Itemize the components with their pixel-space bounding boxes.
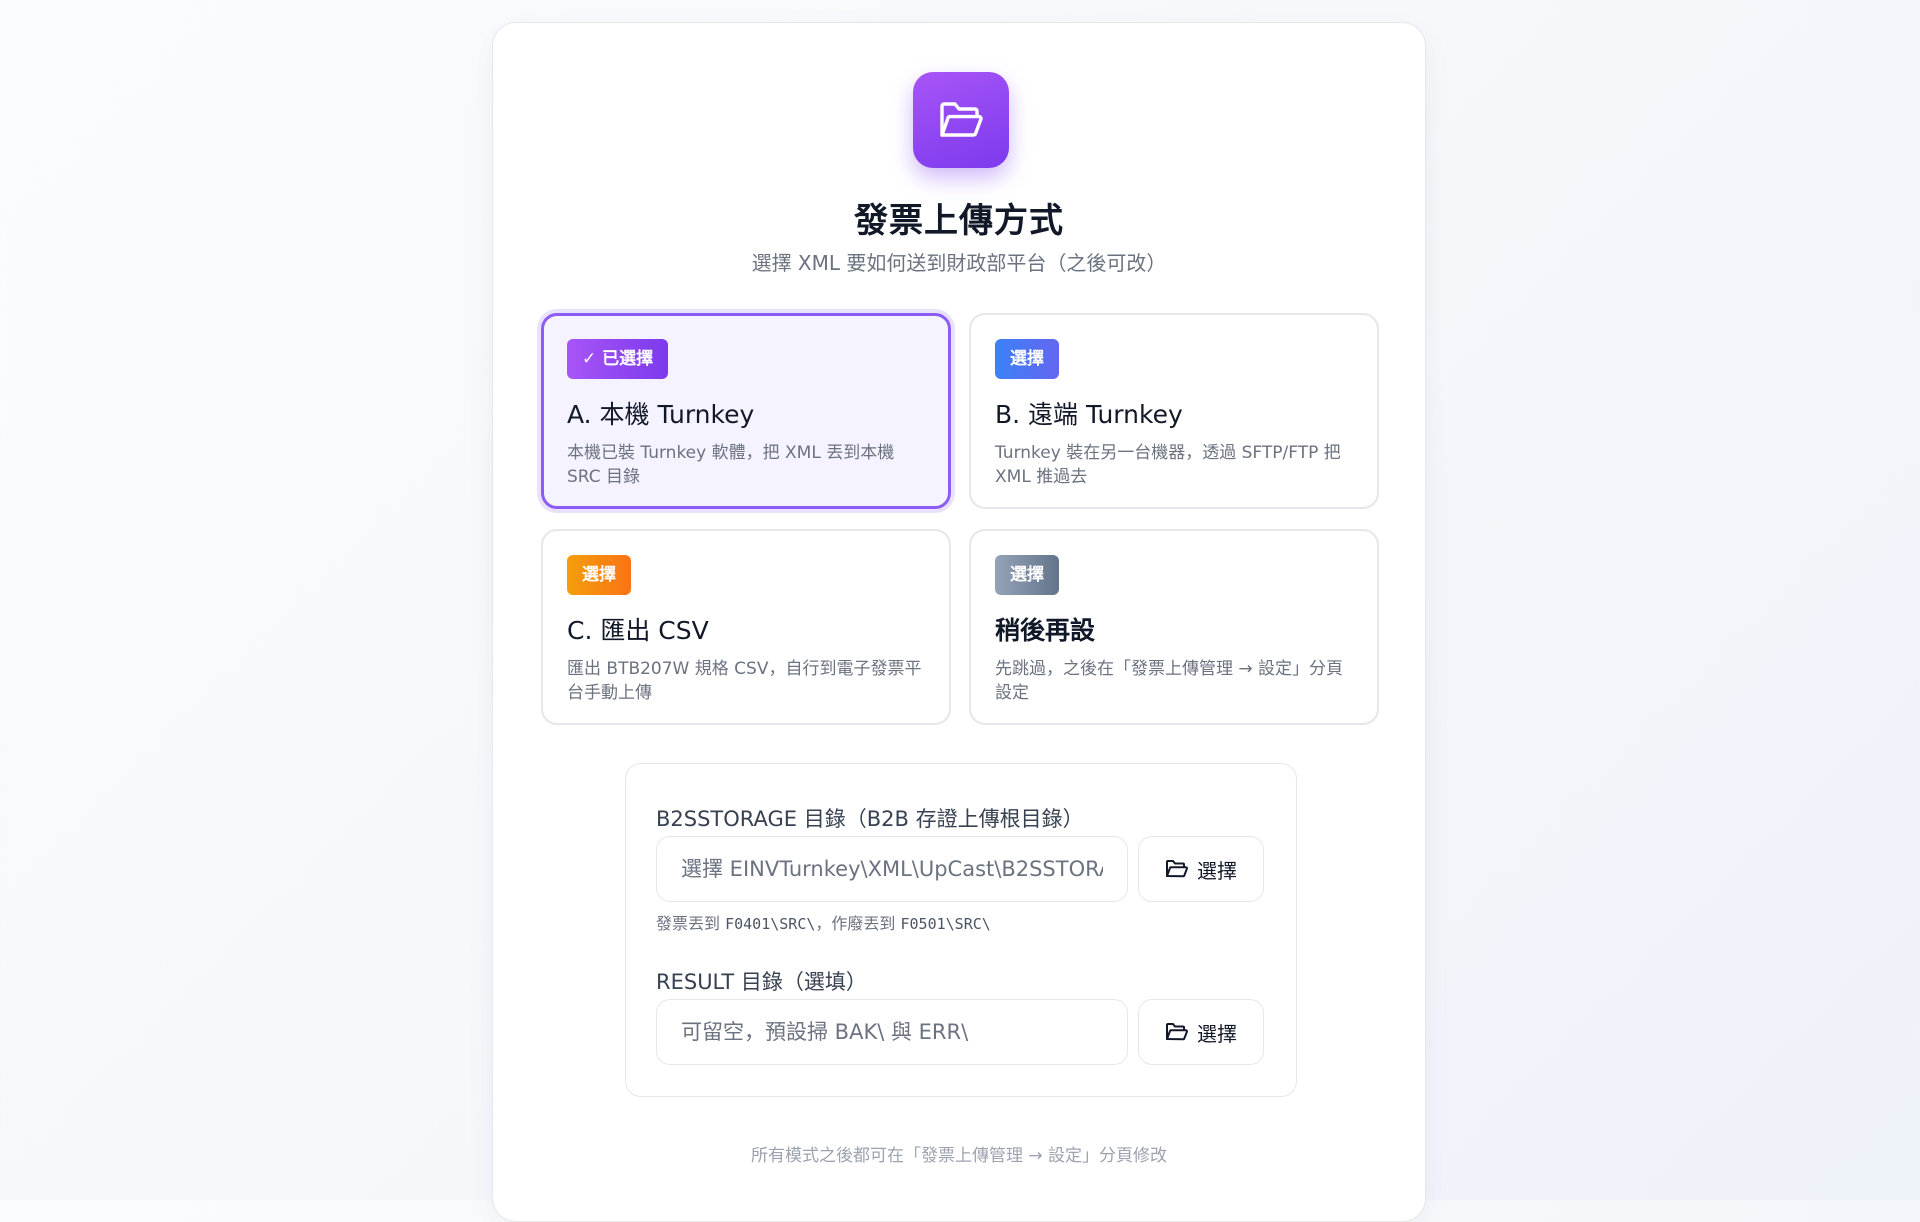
option-title: 稍後再設 [995, 616, 1096, 645]
folder-open-icon [913, 72, 1009, 168]
setup-card: 發票上傳方式 選擇 XML 要如何送到財政部平台（之後可改） ✓ 已選擇 A. … [492, 22, 1426, 1222]
select-badge[interactable]: 選擇 [995, 555, 1059, 595]
option-description: Turnkey 裝在另一台機器，透過 SFTP/FTP 把 XML 推過去 [995, 443, 1341, 487]
select-badge[interactable]: 選擇 [567, 555, 631, 595]
option-description: 本機已裝 Turnkey 軟體，把 XML 丟到本機 SRC 目錄 [567, 443, 895, 487]
invoice-src-path: F0401\SRC\ [725, 915, 816, 933]
option-remote-turnkey[interactable]: 選擇 B. 遠端 Turnkey Turnkey 裝在另一台機器，透過 SFTP… [969, 313, 1379, 509]
page-title: 發票上傳方式 [854, 201, 1064, 241]
option-description: 先跳過，之後在「發票上傳管理 → 設定」分頁設定 [995, 659, 1344, 703]
page-subtitle: 選擇 XML 要如何送到財政部平台（之後可改） [751, 251, 1167, 275]
option-local-turnkey[interactable]: ✓ 已選擇 A. 本機 Turnkey 本機已裝 Turnkey 軟體，把 XM… [541, 313, 951, 509]
b2sstorage-label: B2SSTORAGE 目錄（B2B 存證上傳根目錄） [656, 807, 1084, 831]
b2sstorage-hint: 發票丟到 F0401\SRC\，作廢丟到 F0501\SRC\ [656, 914, 991, 933]
folder-open-icon [1166, 860, 1188, 878]
select-badge[interactable]: 選擇 [995, 339, 1059, 379]
result-label: RESULT 目錄（選填） [656, 970, 867, 994]
selected-badge: ✓ 已選擇 [567, 339, 669, 379]
option-title: A. 本機 Turnkey [567, 400, 755, 429]
option-title: C. 匯出 CSV [567, 616, 709, 645]
directory-settings-panel: B2SSTORAGE 目錄（B2B 存證上傳根目錄） 選擇 發票丟到 F0401… [625, 763, 1297, 1097]
browse-button-label: 選擇 [1197, 1021, 1237, 1046]
option-export-csv[interactable]: 選擇 C. 匯出 CSV 匯出 BTB207W 規格 CSV，自行到電子發票平台… [541, 529, 951, 725]
option-title: B. 遠端 Turnkey [995, 400, 1183, 429]
b2sstorage-input[interactable] [656, 836, 1128, 902]
footer-note: 所有模式之後都可在「發票上傳管理 → 設定」分頁修改 [750, 1146, 1168, 1166]
option-setup-later[interactable]: 選擇 稍後再設 先跳過，之後在「發票上傳管理 → 設定」分頁設定 [969, 529, 1379, 725]
browse-button-label: 選擇 [1197, 858, 1237, 883]
result-browse-button[interactable]: 選擇 [1138, 999, 1264, 1065]
b2sstorage-browse-button[interactable]: 選擇 [1138, 836, 1264, 902]
option-description: 匯出 BTB207W 規格 CSV，自行到電子發票平台手動上傳 [567, 659, 922, 703]
result-input[interactable] [656, 999, 1128, 1065]
void-src-path: F0501\SRC\ [900, 915, 991, 933]
folder-open-icon [1166, 1023, 1188, 1041]
